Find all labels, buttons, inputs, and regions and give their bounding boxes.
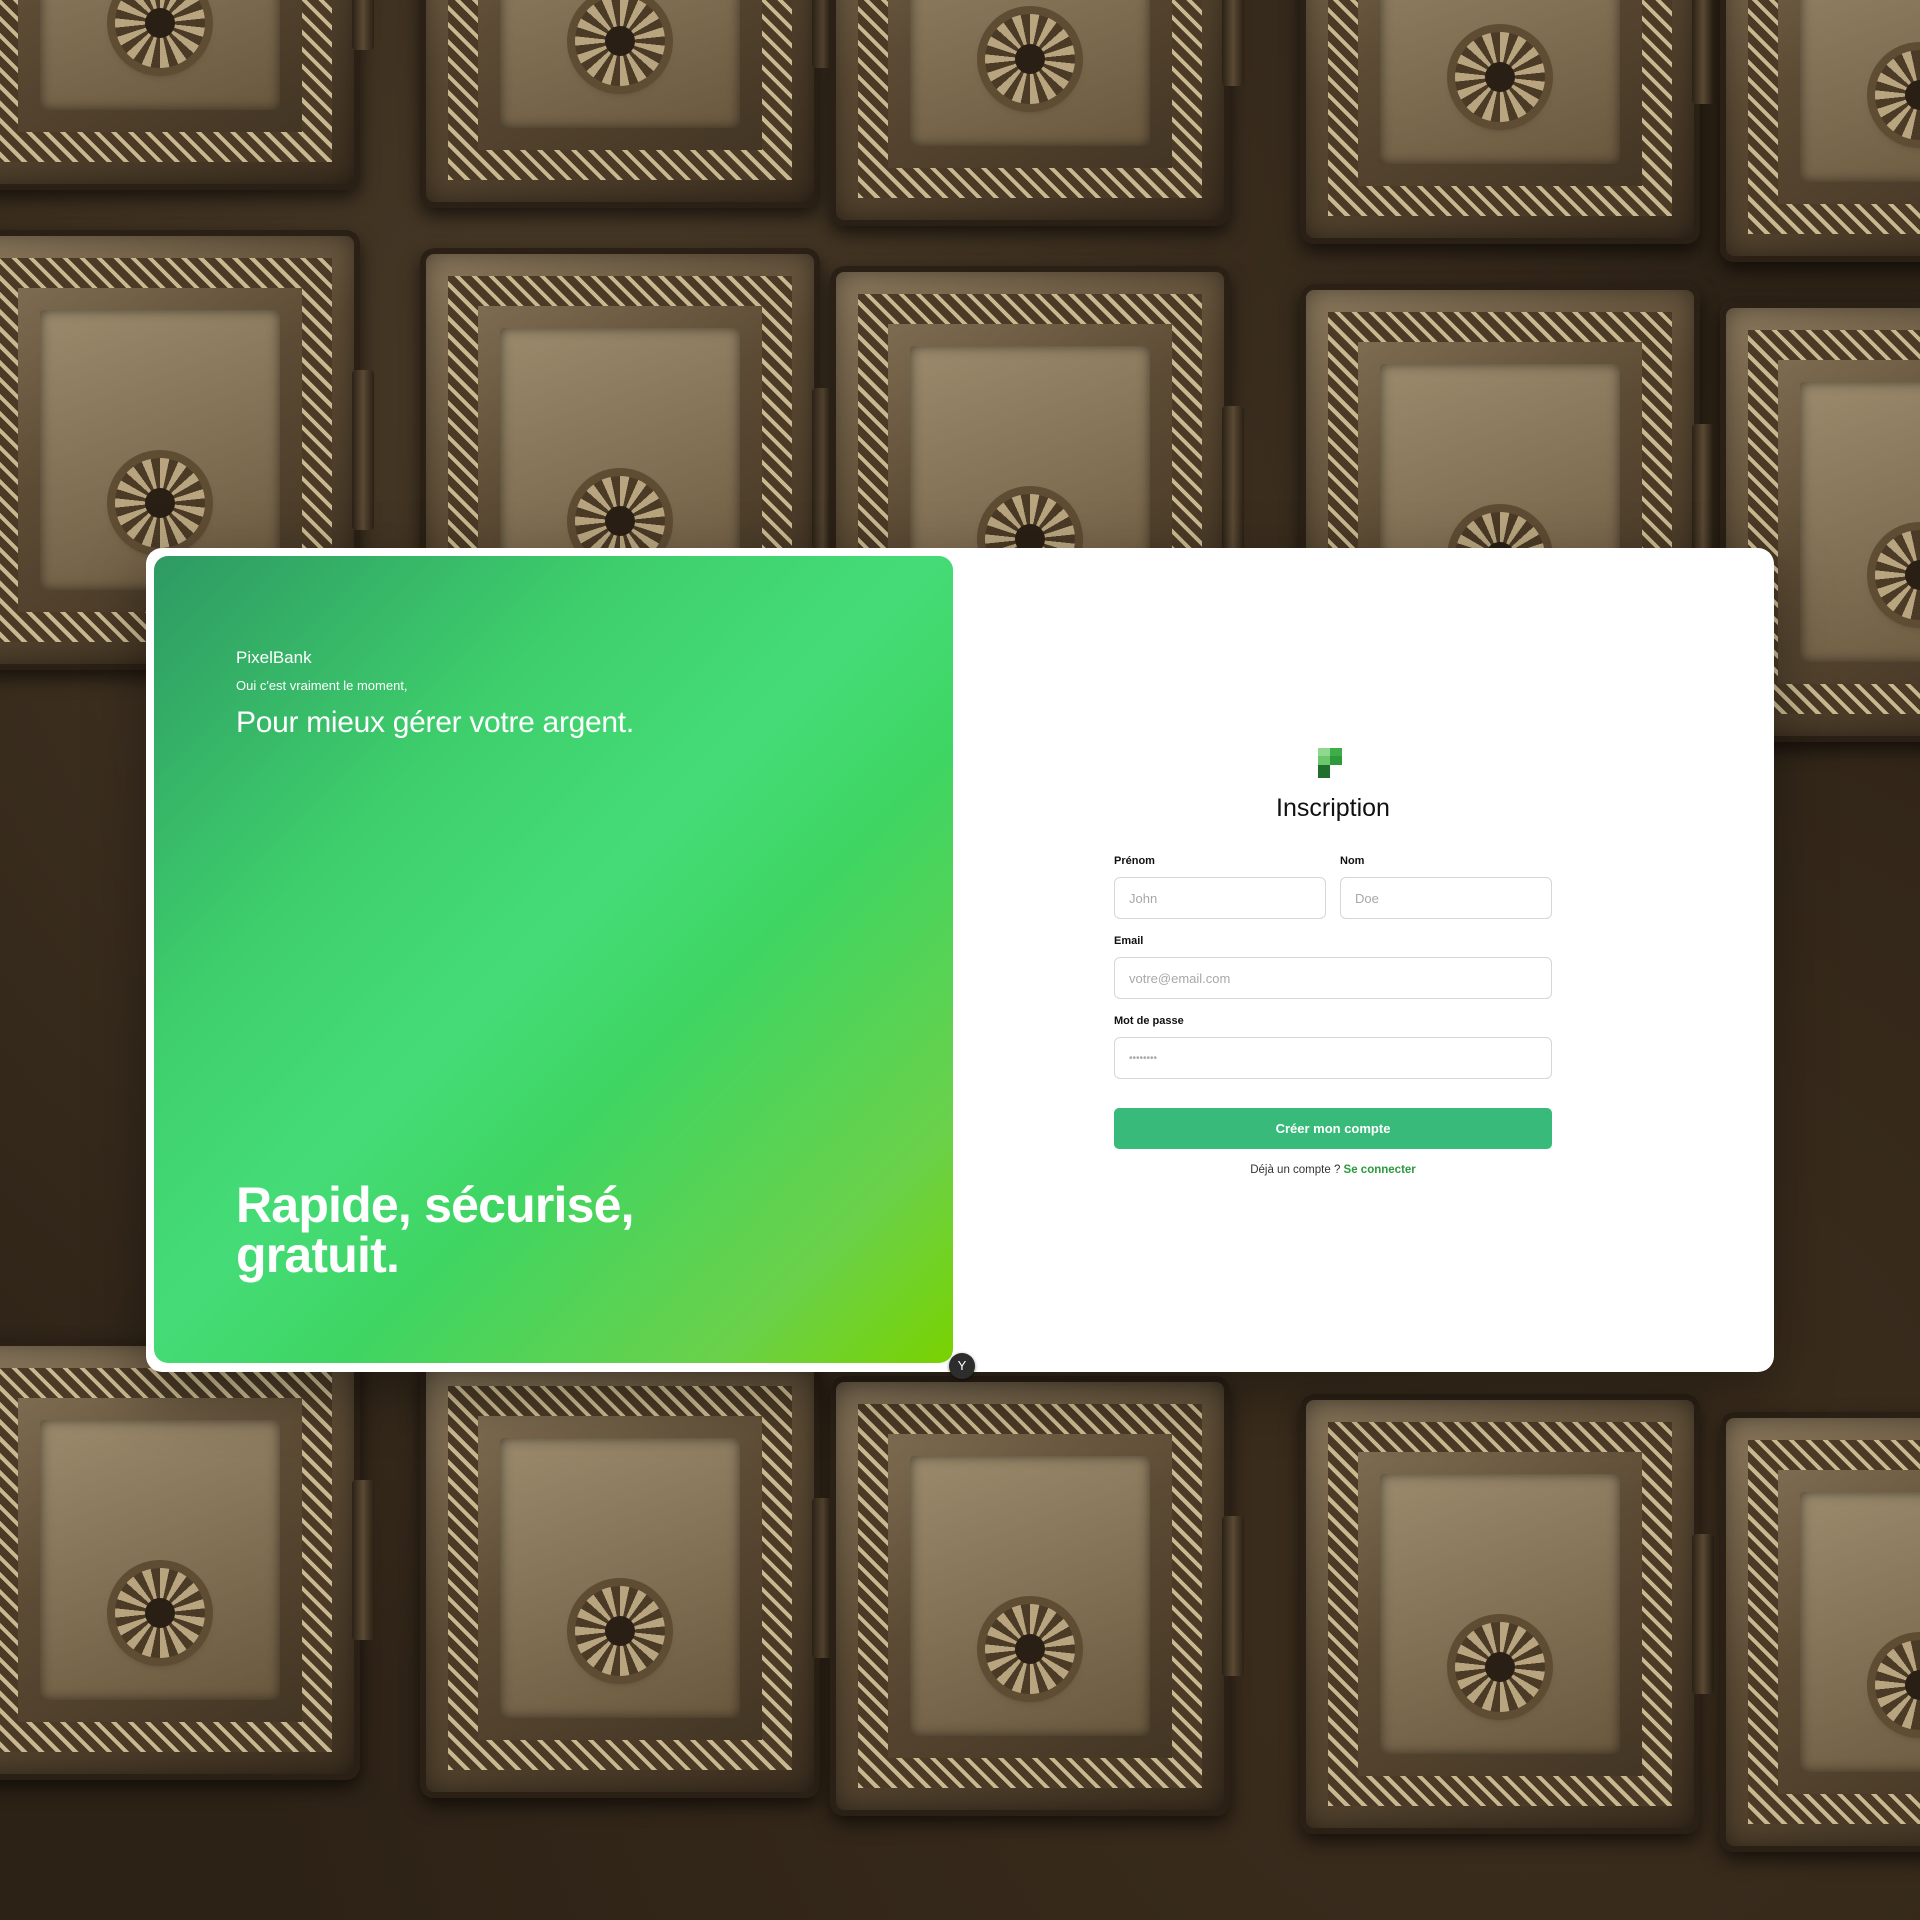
deposit-box-door xyxy=(830,1376,1244,1816)
deposit-box-door xyxy=(420,0,834,208)
login-prompt: Déjà un compte ? Se connecter xyxy=(1114,1164,1552,1176)
password-input[interactable] xyxy=(1114,1037,1552,1079)
deposit-box-door xyxy=(1300,0,1714,244)
hero-slogan-line-2: gratuit. xyxy=(236,1227,400,1283)
password-label: Mot de passe xyxy=(1114,1015,1184,1027)
pixelbank-logo-icon xyxy=(1318,748,1342,778)
first-name-label: Prénom xyxy=(1114,855,1155,867)
login-prompt-text: Déjà un compte ? xyxy=(1250,1164,1341,1176)
signup-card: PixelBank Oui c'est vraiment le moment, … xyxy=(146,548,1774,1379)
last-name-label: Nom xyxy=(1340,855,1365,867)
deposit-box-door xyxy=(830,0,1244,226)
tagline-small: Oui c'est vraiment le moment, xyxy=(236,678,408,693)
email-label: Email xyxy=(1114,935,1144,947)
hero-slogan: Rapide, sécurisé, gratuit. xyxy=(236,1180,756,1280)
last-name-input[interactable] xyxy=(1340,877,1552,919)
brand-name: PixelBank xyxy=(236,648,312,667)
deposit-box-door xyxy=(0,1340,374,1780)
first-name-input[interactable] xyxy=(1114,877,1326,919)
panel-toggle-icon[interactable]: Y xyxy=(949,1353,975,1379)
hero-panel: PixelBank Oui c'est vraiment le moment, … xyxy=(154,556,953,1363)
tagline-big: Pour mieux gérer votre argent. xyxy=(236,706,634,739)
deposit-box-door xyxy=(420,1358,834,1798)
signup-form: Inscription Prénom Nom Email Mot de pass… xyxy=(1114,548,1552,1372)
deposit-box-door xyxy=(1720,1412,1920,1852)
form-title: Inscription xyxy=(1276,794,1390,822)
login-link[interactable]: Se connecter xyxy=(1344,1164,1416,1176)
email-input[interactable] xyxy=(1114,957,1552,999)
deposit-box-door xyxy=(0,0,374,190)
hero-slogan-line-1: Rapide, sécurisé, xyxy=(236,1177,635,1233)
create-account-button[interactable]: Créer mon compte xyxy=(1114,1108,1552,1149)
deposit-box-door xyxy=(1300,1394,1714,1834)
deposit-box-door xyxy=(1720,0,1920,262)
